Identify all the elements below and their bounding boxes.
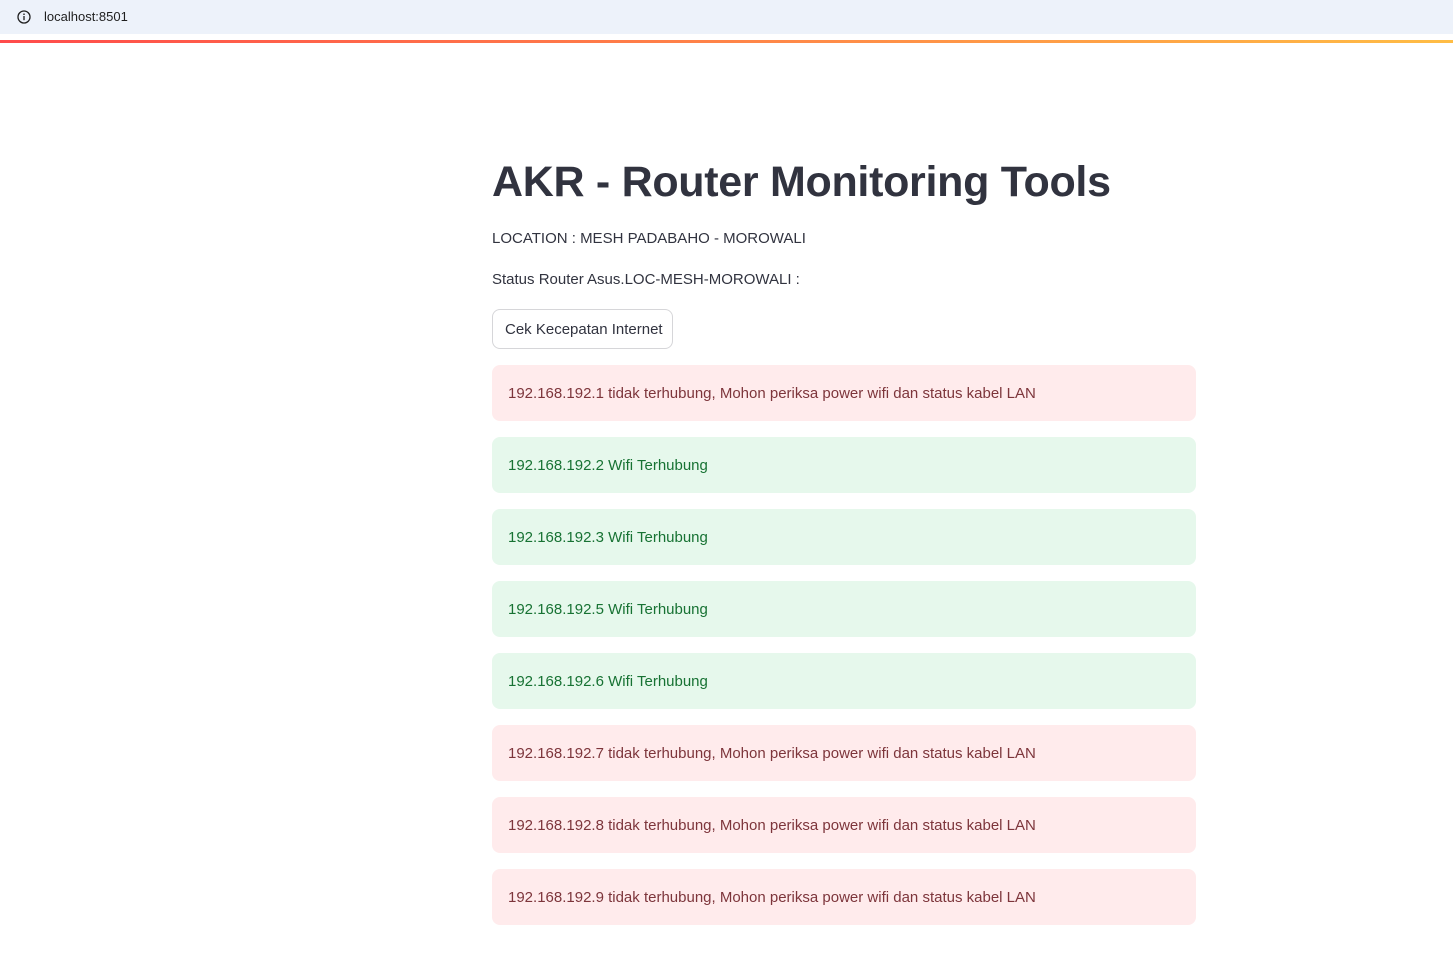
success-alert: 192.168.192.3 Wifi Terhubung: [492, 509, 1196, 565]
error-alert: 192.168.192.9 tidak terhubung, Mohon per…: [492, 869, 1196, 925]
location-text: LOCATION : MESH PADABAHO - MOROWALI: [492, 230, 806, 247]
router-status-label: Status Router Asus.LOC-MESH-MOROWALI :: [492, 271, 800, 288]
url-text[interactable]: localhost:8501: [44, 9, 128, 24]
success-alert: 192.168.192.5 Wifi Terhubung: [492, 581, 1196, 637]
error-alert: 192.168.192.1 tidak terhubung, Mohon per…: [492, 365, 1196, 421]
alert-text: 192.168.192.2 Wifi Terhubung: [508, 456, 708, 474]
header-decoration-bar: [0, 40, 1453, 43]
alert-text: 192.168.192.6 Wifi Terhubung: [508, 672, 708, 690]
success-alert: 192.168.192.6 Wifi Terhubung: [492, 653, 1196, 709]
check-internet-speed-button[interactable]: Cek Kecepatan Internet: [492, 309, 673, 349]
alert-text: 192.168.192.7 tidak terhubung, Mohon per…: [508, 744, 1036, 762]
alert-text: 192.168.192.1 tidak terhubung, Mohon per…: [508, 384, 1036, 402]
browser-address-bar: localhost:8501: [0, 0, 1453, 34]
success-alert: 192.168.192.2 Wifi Terhubung: [492, 437, 1196, 493]
alert-text: 192.168.192.5 Wifi Terhubung: [508, 600, 708, 618]
alert-text: 192.168.192.8 tidak terhubung, Mohon per…: [508, 816, 1036, 834]
info-icon[interactable]: [17, 10, 31, 24]
error-alert: 192.168.192.8 tidak terhubung, Mohon per…: [492, 797, 1196, 853]
alert-text: 192.168.192.9 tidak terhubung, Mohon per…: [508, 888, 1036, 906]
error-alert: 192.168.192.7 tidak terhubung, Mohon per…: [492, 725, 1196, 781]
alert-text: 192.168.192.3 Wifi Terhubung: [508, 528, 708, 546]
page-title: AKR - Router Monitoring Tools: [492, 158, 1111, 206]
